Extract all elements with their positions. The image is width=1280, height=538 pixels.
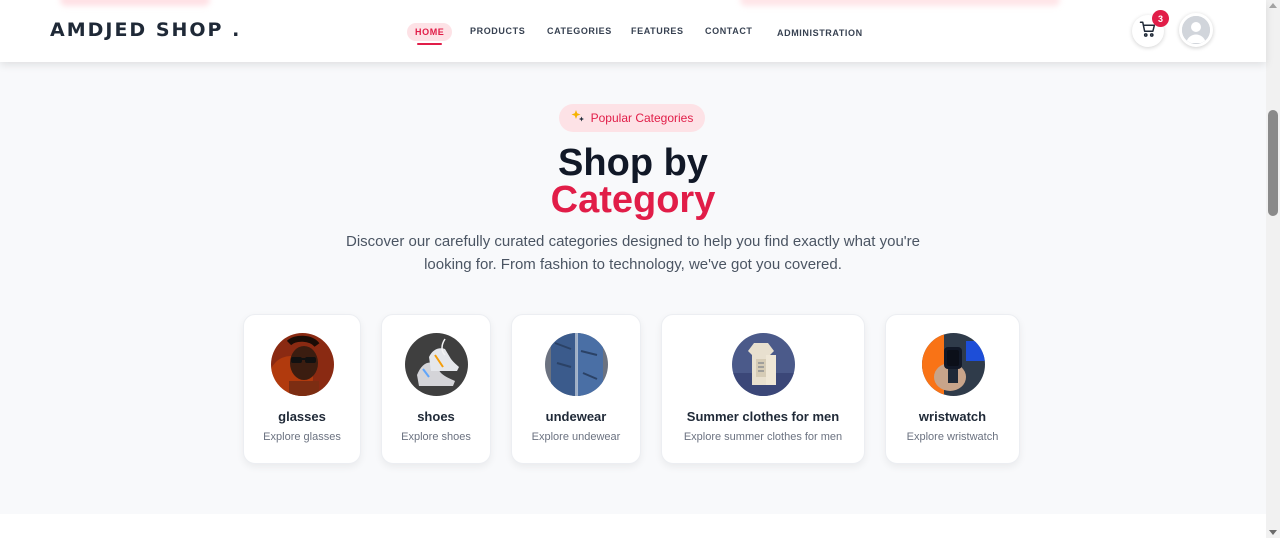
nav-link-administration[interactable]: ADMINISTRATION: [777, 28, 863, 38]
badge-label: Popular Categories: [590, 111, 694, 125]
category-name: undewear: [545, 409, 607, 424]
category-card-shoes[interactable]: shoes Explore shoes: [381, 314, 491, 464]
category-link[interactable]: Explore summer clothes for men: [662, 431, 864, 443]
scrollbar-thumb[interactable]: [1268, 110, 1278, 216]
category-image-summer-clothes: [732, 333, 795, 396]
category-image-undewear: [545, 333, 608, 396]
categories-section: Popular Categories Shop by Category Disc…: [0, 62, 1266, 514]
cart-count-badge: 3: [1152, 10, 1169, 27]
scroll-down-icon[interactable]: [1269, 530, 1277, 535]
category-card-undewear[interactable]: undewear Explore undewear: [511, 314, 641, 464]
main-nav: HOME PRODUCTS CATEGORIES FEATURES CONTAC…: [0, 0, 1266, 62]
nav-link-categories[interactable]: CATEGORIES: [547, 26, 612, 36]
nav-link-products[interactable]: PRODUCTS: [470, 26, 525, 36]
popular-categories-badge: Popular Categories: [559, 104, 705, 132]
category-link[interactable]: Explore shoes: [382, 431, 490, 443]
category-link[interactable]: Explore glasses: [244, 431, 360, 443]
category-link[interactable]: Explore wristwatch: [886, 431, 1019, 443]
category-card-wristwatch[interactable]: wristwatch Explore wristwatch: [885, 314, 1020, 464]
category-card-glasses[interactable]: glasses Explore glasses: [243, 314, 361, 464]
nav-link-contact[interactable]: CONTACT: [705, 26, 753, 36]
nav-link-home[interactable]: HOME: [407, 23, 453, 45]
user-icon: [1182, 16, 1210, 44]
category-name: Summer clothes for men: [686, 409, 840, 424]
next-section: [0, 514, 1266, 538]
nav-link-features[interactable]: FEATURES: [631, 26, 684, 36]
category-name: wristwatch: [918, 409, 987, 424]
sparkle-icon: [571, 109, 585, 128]
category-image-wristwatch: [922, 333, 985, 396]
category-link[interactable]: Explore undewear: [512, 431, 640, 443]
user-avatar[interactable]: [1179, 13, 1213, 47]
scroll-up-icon[interactable]: [1269, 3, 1277, 8]
category-card-summer-clothes-for-men[interactable]: Summer clothes for men Explore summer cl…: [661, 314, 865, 464]
category-name: shoes: [417, 409, 455, 424]
category-name: glasses: [278, 409, 326, 424]
top-navbar: AMDJED SHOP . HOME PRODUCTS CATEGORIES F…: [0, 0, 1266, 62]
page-scrollbar[interactable]: [1266, 0, 1280, 538]
category-image-shoes: [405, 333, 468, 396]
page: AMDJED SHOP . HOME PRODUCTS CATEGORIES F…: [0, 0, 1280, 538]
section-title-highlight: Category: [550, 179, 716, 221]
section-subtitle: Discover our carefully curated categorie…: [345, 233, 920, 273]
section-title: Shop by: [558, 142, 708, 184]
category-image-glasses: [271, 333, 334, 396]
